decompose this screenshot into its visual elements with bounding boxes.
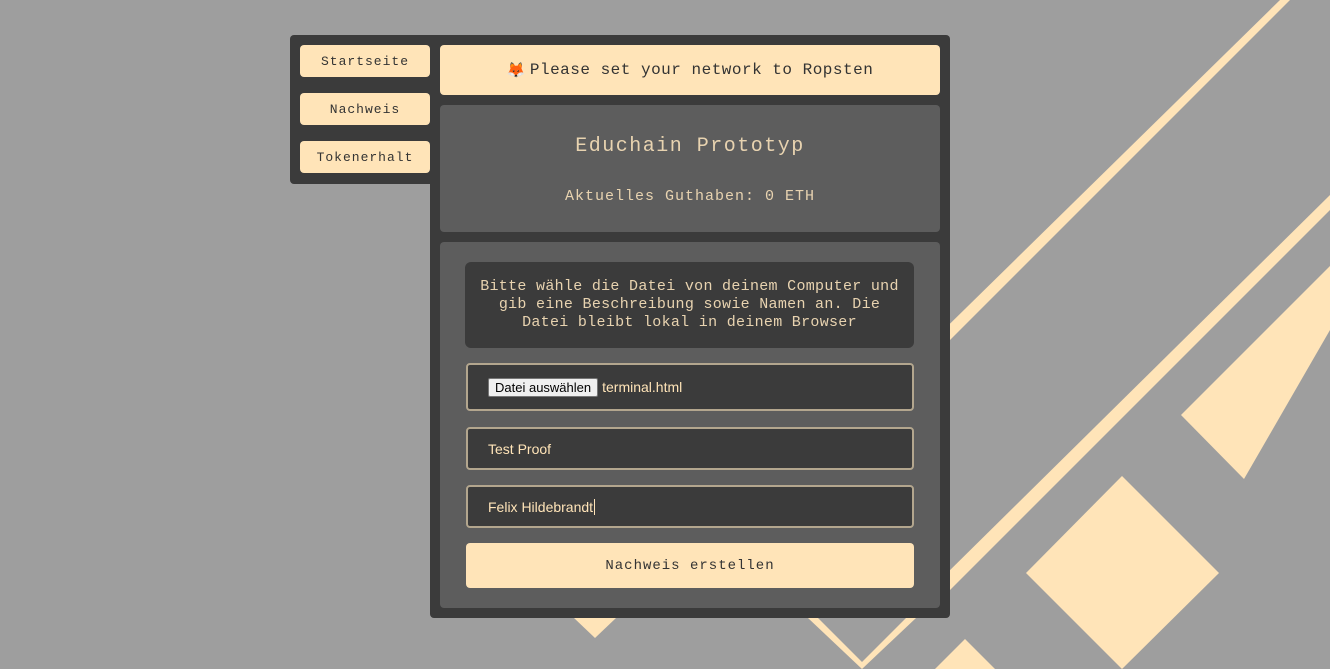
description-field[interactable]: Test Proof [466, 427, 914, 470]
balance-text: Aktuelles Guthaben: 0 ETH [564, 188, 816, 205]
text-caret [594, 498, 596, 515]
form-instructions: Bitte wähle die Datei von deinem Compute… [465, 262, 914, 348]
proof-form: Bitte wähle die Datei von deinem Compute… [440, 242, 940, 608]
page-title: Educhain Prototyp [575, 135, 805, 158]
sidebar: Startseite Nachweis Tokenerhalt [290, 35, 440, 184]
main-panel: 🦊 Please set your network to Ropsten Edu… [430, 35, 950, 618]
network-banner-text: Please set your network to Ropsten [529, 61, 874, 79]
name-field-value: Felix Hildebrandt [488, 498, 594, 515]
info-card: Educhain Prototyp Aktuelles Guthaben: 0 … [440, 105, 940, 232]
sidebar-item-tokenerhalt[interactable]: Tokenerhalt [300, 141, 430, 173]
choose-file-button[interactable]: Datei auswählen [488, 377, 599, 397]
file-input[interactable]: Datei auswählen terminal.html [466, 363, 914, 411]
description-field-value: Test Proof [488, 440, 552, 457]
name-field[interactable]: Felix Hildebrandt [466, 485, 914, 528]
sidebar-item-startseite[interactable]: Startseite [300, 45, 430, 77]
create-proof-button[interactable]: Nachweis erstellen [466, 543, 914, 588]
sidebar-item-nachweis[interactable]: Nachweis [300, 93, 430, 125]
selected-file-name: terminal.html [602, 379, 683, 395]
network-banner: 🦊 Please set your network to Ropsten [440, 45, 940, 95]
fox-icon: 🦊 [506, 61, 526, 79]
